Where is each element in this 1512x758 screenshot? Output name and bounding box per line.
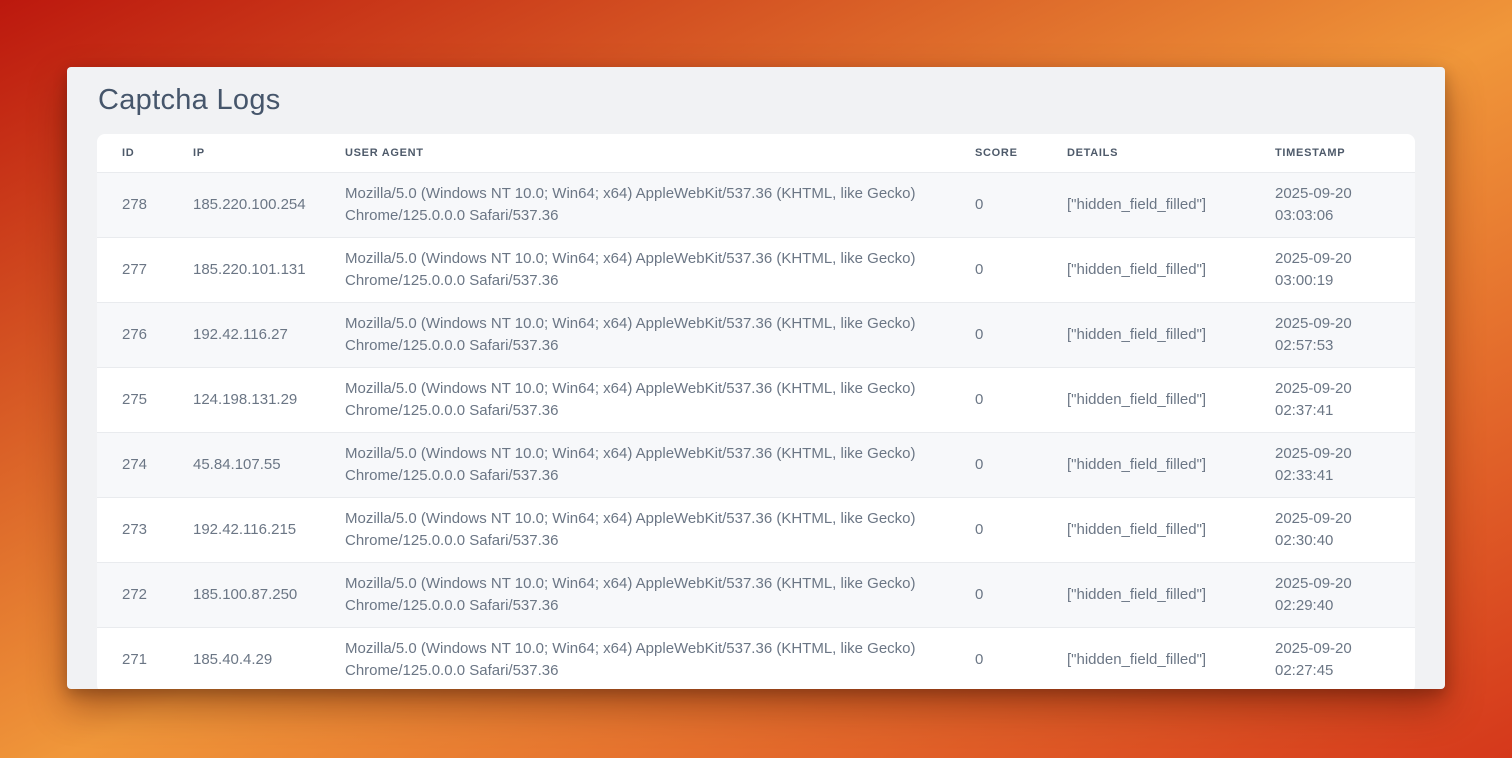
table-body: 278 185.220.100.254 Mozilla/5.0 (Windows… bbox=[97, 173, 1415, 690]
cell-ip: 124.198.131.29 bbox=[183, 368, 335, 433]
cell-details: ["hidden_field_filled"] bbox=[1057, 173, 1265, 238]
cell-ip: 185.100.87.250 bbox=[183, 563, 335, 628]
cell-id: 273 bbox=[97, 498, 183, 563]
cell-timestamp: 2025-09-20 02:27:45 bbox=[1265, 628, 1415, 690]
page-title: Captcha Logs bbox=[98, 84, 1415, 117]
table-row: 277 185.220.101.131 Mozilla/5.0 (Windows… bbox=[97, 238, 1415, 303]
cell-score: 0 bbox=[965, 628, 1057, 690]
cell-ip: 192.42.116.27 bbox=[183, 303, 335, 368]
cell-id: 277 bbox=[97, 238, 183, 303]
cell-ip: 185.40.4.29 bbox=[183, 628, 335, 690]
cell-id: 276 bbox=[97, 303, 183, 368]
table-row: 275 124.198.131.29 Mozilla/5.0 (Windows … bbox=[97, 368, 1415, 433]
cell-score: 0 bbox=[965, 563, 1057, 628]
cell-ip: 185.220.100.254 bbox=[183, 173, 335, 238]
cell-ip: 45.84.107.55 bbox=[183, 433, 335, 498]
table-row: 273 192.42.116.215 Mozilla/5.0 (Windows … bbox=[97, 498, 1415, 563]
cell-score: 0 bbox=[965, 238, 1057, 303]
cell-timestamp: 2025-09-20 03:03:06 bbox=[1265, 173, 1415, 238]
cell-timestamp: 2025-09-20 03:00:19 bbox=[1265, 238, 1415, 303]
cell-user-agent: Mozilla/5.0 (Windows NT 10.0; Win64; x64… bbox=[335, 563, 965, 628]
cell-id: 275 bbox=[97, 368, 183, 433]
cell-details: ["hidden_field_filled"] bbox=[1057, 238, 1265, 303]
column-header-timestamp: TIMESTAMP bbox=[1265, 134, 1415, 173]
cell-timestamp: 2025-09-20 02:30:40 bbox=[1265, 498, 1415, 563]
column-header-score: SCORE bbox=[965, 134, 1057, 173]
logs-table-container: ID IP USER AGENT SCORE DETAILS TIMESTAMP… bbox=[97, 134, 1415, 689]
cell-score: 0 bbox=[965, 368, 1057, 433]
cell-id: 271 bbox=[97, 628, 183, 690]
cell-user-agent: Mozilla/5.0 (Windows NT 10.0; Win64; x64… bbox=[335, 433, 965, 498]
table-row: 271 185.40.4.29 Mozilla/5.0 (Windows NT … bbox=[97, 628, 1415, 690]
cell-timestamp: 2025-09-20 02:57:53 bbox=[1265, 303, 1415, 368]
table-row: 272 185.100.87.250 Mozilla/5.0 (Windows … bbox=[97, 563, 1415, 628]
cell-timestamp: 2025-09-20 02:29:40 bbox=[1265, 563, 1415, 628]
cell-details: ["hidden_field_filled"] bbox=[1057, 303, 1265, 368]
cell-user-agent: Mozilla/5.0 (Windows NT 10.0; Win64; x64… bbox=[335, 238, 965, 303]
cell-score: 0 bbox=[965, 433, 1057, 498]
cell-details: ["hidden_field_filled"] bbox=[1057, 368, 1265, 433]
cell-ip: 192.42.116.215 bbox=[183, 498, 335, 563]
table-row: 278 185.220.100.254 Mozilla/5.0 (Windows… bbox=[97, 173, 1415, 238]
column-header-ip: IP bbox=[183, 134, 335, 173]
column-header-id: ID bbox=[97, 134, 183, 173]
cell-details: ["hidden_field_filled"] bbox=[1057, 433, 1265, 498]
cell-user-agent: Mozilla/5.0 (Windows NT 10.0; Win64; x64… bbox=[335, 303, 965, 368]
cell-user-agent: Mozilla/5.0 (Windows NT 10.0; Win64; x64… bbox=[335, 368, 965, 433]
table-header-row: ID IP USER AGENT SCORE DETAILS TIMESTAMP bbox=[97, 134, 1415, 173]
cell-id: 274 bbox=[97, 433, 183, 498]
cell-user-agent: Mozilla/5.0 (Windows NT 10.0; Win64; x64… bbox=[335, 498, 965, 563]
captcha-logs-card: Captcha Logs ID IP USER AGENT SCORE bbox=[67, 67, 1445, 689]
table-row: 276 192.42.116.27 Mozilla/5.0 (Windows N… bbox=[97, 303, 1415, 368]
cell-user-agent: Mozilla/5.0 (Windows NT 10.0; Win64; x64… bbox=[335, 628, 965, 690]
column-header-user-agent: USER AGENT bbox=[335, 134, 965, 173]
cell-details: ["hidden_field_filled"] bbox=[1057, 628, 1265, 690]
cell-details: ["hidden_field_filled"] bbox=[1057, 563, 1265, 628]
cell-id: 278 bbox=[97, 173, 183, 238]
logs-table: ID IP USER AGENT SCORE DETAILS TIMESTAMP… bbox=[97, 134, 1415, 689]
cell-score: 0 bbox=[965, 303, 1057, 368]
cell-ip: 185.220.101.131 bbox=[183, 238, 335, 303]
cell-timestamp: 2025-09-20 02:37:41 bbox=[1265, 368, 1415, 433]
cell-details: ["hidden_field_filled"] bbox=[1057, 498, 1265, 563]
cell-score: 0 bbox=[965, 173, 1057, 238]
cell-id: 272 bbox=[97, 563, 183, 628]
cell-score: 0 bbox=[965, 498, 1057, 563]
page-background: Captcha Logs ID IP USER AGENT SCORE bbox=[0, 0, 1512, 758]
cell-timestamp: 2025-09-20 02:33:41 bbox=[1265, 433, 1415, 498]
column-header-details: DETAILS bbox=[1057, 134, 1265, 173]
cell-user-agent: Mozilla/5.0 (Windows NT 10.0; Win64; x64… bbox=[335, 173, 965, 238]
table-row: 274 45.84.107.55 Mozilla/5.0 (Windows NT… bbox=[97, 433, 1415, 498]
